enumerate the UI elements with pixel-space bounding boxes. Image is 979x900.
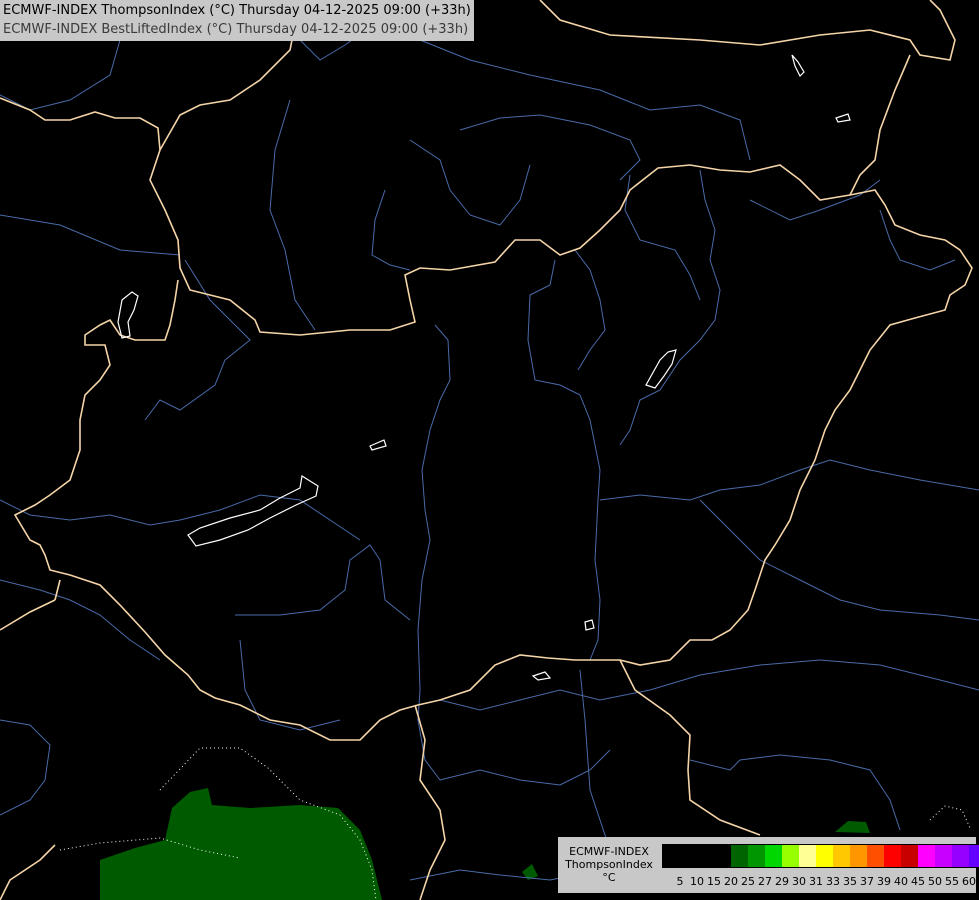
legend-swatch bbox=[680, 845, 697, 867]
legend-color-scale bbox=[662, 844, 979, 868]
legend-swatch bbox=[833, 845, 850, 867]
legend-tick-label: 20 bbox=[724, 875, 738, 888]
legend-tick-label: 29 bbox=[775, 875, 789, 888]
legend-swatch bbox=[663, 845, 680, 867]
legend-label: ECMWF-INDEX ThompsonIndex °C bbox=[560, 845, 658, 884]
legend-swatch bbox=[799, 845, 816, 867]
legend-tick-label: 25 bbox=[741, 875, 755, 888]
legend-source: ECMWF-INDEX bbox=[569, 845, 649, 858]
legend-swatch bbox=[969, 845, 979, 867]
legend-tick-label: 30 bbox=[792, 875, 806, 888]
map-title-box: ECMWF-INDEX ThompsonIndex (°C) Thursday … bbox=[0, 0, 474, 41]
legend-tick-label: 33 bbox=[826, 875, 840, 888]
legend-tick-label: 27 bbox=[758, 875, 772, 888]
legend-swatch bbox=[867, 845, 884, 867]
legend-tick-labels: 5 10 15 20 25 27 29 30 31 33 35 37 39 40 45 50 55 60 bbox=[662, 875, 977, 889]
legend-tick-label: 45 bbox=[911, 875, 925, 888]
legend-tick-label: 50 bbox=[928, 875, 942, 888]
legend-swatch bbox=[918, 845, 935, 867]
map-background bbox=[0, 0, 979, 900]
legend-swatch bbox=[816, 845, 833, 867]
color-legend: ECMWF-INDEX ThompsonIndex °C 5 10 15 20 25 27… bbox=[558, 837, 979, 893]
legend-swatch bbox=[850, 845, 867, 867]
legend-unit: °C bbox=[602, 871, 616, 884]
legend-swatch bbox=[731, 845, 748, 867]
legend-tick-label: 40 bbox=[894, 875, 908, 888]
legend-tick-label: 55 bbox=[945, 875, 959, 888]
legend-tick-label: 10 bbox=[690, 875, 704, 888]
legend-swatch bbox=[884, 845, 901, 867]
legend-swatch bbox=[714, 845, 731, 867]
legend-swatch bbox=[748, 845, 765, 867]
legend-swatch bbox=[765, 845, 782, 867]
legend-tick-label: 35 bbox=[843, 875, 857, 888]
legend-tick-label: 60 bbox=[962, 875, 976, 888]
legend-swatch bbox=[697, 845, 714, 867]
map-title-best-lifted-index: ECMWF-INDEX BestLiftedIndex (°C) Thursda… bbox=[3, 22, 469, 37]
legend-tick-label: 15 bbox=[707, 875, 721, 888]
legend-swatch bbox=[952, 845, 969, 867]
map-title-thompson-index: ECMWF-INDEX ThompsonIndex (°C) Thursday … bbox=[3, 3, 471, 18]
legend-swatch bbox=[901, 845, 918, 867]
legend-parameter: ThompsonIndex bbox=[565, 858, 653, 871]
weather-map[interactable] bbox=[0, 0, 979, 900]
legend-swatch bbox=[935, 845, 952, 867]
legend-tick-label: 37 bbox=[860, 875, 874, 888]
legend-tick-label: 39 bbox=[877, 875, 891, 888]
legend-swatch bbox=[782, 845, 799, 867]
legend-tick-label: 5 bbox=[676, 875, 684, 888]
legend-tick-label: 31 bbox=[809, 875, 823, 888]
